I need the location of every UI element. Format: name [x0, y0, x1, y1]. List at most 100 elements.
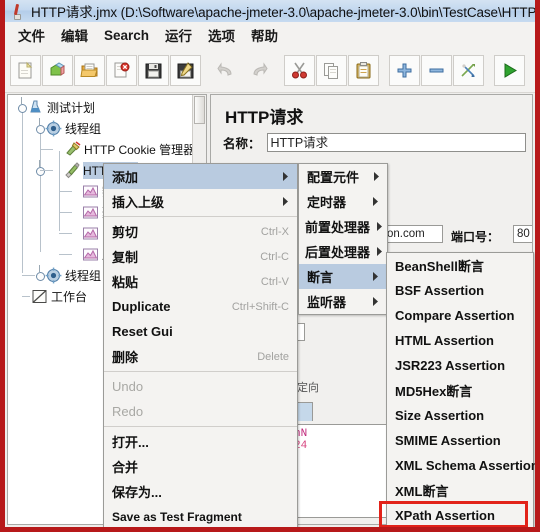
ctx-redo-label: Redo	[112, 404, 144, 419]
ctx-copy[interactable]: 复制 Ctrl-C	[104, 244, 297, 269]
ctx-copy-accel: Ctrl-C	[260, 250, 289, 263]
add-assertion-label: 断言	[307, 270, 334, 285]
ctx-paste-label: 粘贴	[112, 275, 139, 290]
copy-button[interactable]	[316, 54, 347, 86]
chevron-right-icon	[268, 197, 289, 206]
ctx-reset-gui[interactable]: Reset Gui	[104, 319, 297, 344]
tree-node-test-plan[interactable]: 测试计划	[8, 97, 193, 118]
redo-button[interactable]	[243, 55, 274, 86]
tree-label: 线程组	[65, 269, 102, 283]
close-document-button[interactable]	[106, 54, 137, 86]
port-label: 端口号：	[451, 230, 500, 244]
annotation-highlight-box	[379, 501, 528, 528]
cut-button[interactable]	[284, 54, 315, 86]
assertion-compare[interactable]: Compare Assertion	[387, 303, 533, 328]
start-button[interactable]	[494, 54, 525, 86]
http-request-icon	[63, 162, 80, 179]
tree-scrollbar-thumb[interactable]	[194, 96, 205, 124]
add-post-processor-label: 后置处理器	[305, 245, 371, 260]
ctx-cut[interactable]: 剪切 Ctrl-X	[104, 219, 297, 244]
assertion-size[interactable]: Size Assertion	[387, 403, 533, 428]
add-post-processor[interactable]: 后置处理器	[299, 239, 387, 264]
port-input[interactable]: 80	[513, 225, 532, 243]
add-pre-processor[interactable]: 前置处理器	[299, 214, 387, 239]
menu-divider	[104, 371, 297, 372]
tree-label: 线程组	[65, 122, 102, 136]
add-timer[interactable]: 定时器	[299, 189, 387, 214]
toolbar	[5, 48, 535, 93]
add-config-element[interactable]: 配置元件	[299, 164, 387, 189]
assertion-html[interactable]: HTML Assertion	[387, 328, 533, 353]
menu-file[interactable]: 文件	[11, 22, 52, 48]
server-name-input[interactable]: on.com	[383, 225, 443, 243]
ctx-redo[interactable]: Redo	[104, 399, 297, 424]
window-title: HTTP请求.jmx (D:\Software\apache-jmeter-3.…	[31, 5, 535, 20]
assertion-jsr223[interactable]: JSR223 Assertion	[387, 353, 533, 378]
ctx-delete-label: 删除	[112, 350, 139, 365]
menu-run[interactable]: 运行	[158, 22, 199, 48]
ctx-delete[interactable]: 删除 Delete	[104, 344, 297, 369]
ctx-merge[interactable]: 合并	[104, 454, 297, 479]
save-button[interactable]	[138, 54, 169, 86]
assertion-xml-schema[interactable]: XML Schema Assertion	[387, 453, 539, 478]
new-button[interactable]	[10, 54, 41, 86]
menu-search[interactable]: Search	[97, 25, 156, 46]
ctx-paste[interactable]: 粘贴 Ctrl-V	[104, 269, 297, 294]
ctx-open[interactable]: 打开...	[104, 429, 297, 454]
menu-edit[interactable]: 编辑	[54, 22, 95, 48]
add-assertion[interactable]: 断言	[299, 264, 387, 289]
assertion-smime[interactable]: SMIME Assertion	[387, 428, 533, 453]
add-listener-label: 监听器	[307, 295, 347, 310]
ctx-cut-label: 剪切	[112, 225, 139, 240]
ctx-save-as-label: 保存为...	[112, 485, 162, 500]
thread-group-icon	[45, 120, 62, 137]
ctx-duplicate-label: Duplicate	[112, 299, 171, 314]
open-folder-button[interactable]	[74, 54, 105, 86]
name-input[interactable]: HTTP请求	[266, 132, 526, 152]
listener-icon	[82, 246, 99, 263]
ctx-save-as[interactable]: 保存为...	[104, 479, 297, 504]
chevron-right-icon	[358, 272, 379, 281]
ctx-cut-accel: Ctrl-X	[260, 225, 289, 238]
expand-all-button[interactable]	[389, 54, 420, 86]
ctx-save-as-test-fragment-label: Save as Test Fragment	[112, 509, 242, 524]
undo-button[interactable]	[211, 55, 242, 86]
ctx-duplicate-accel: Ctrl+Shift-C	[231, 300, 289, 313]
listener-icon	[82, 225, 99, 242]
add-listener[interactable]: 监听器	[299, 289, 387, 314]
ctx-save-as-test-fragment[interactable]: Save as Test Fragment	[104, 504, 297, 529]
menu-options[interactable]: 选项	[201, 22, 242, 48]
ctx-copy-label: 复制	[112, 250, 139, 265]
assertion-md5hex[interactable]: MD5Hex断言	[387, 378, 533, 403]
collapse-all-button[interactable]	[421, 54, 452, 86]
window-frame-bottom	[0, 527, 540, 532]
menu-divider	[104, 426, 297, 427]
tree-node-thread-group[interactable]: 线程组	[8, 118, 193, 139]
menu-bar: 文件 编辑 Search 运行 选项 帮助	[5, 22, 535, 49]
assertion-beanshell[interactable]: BeanShell断言	[387, 253, 533, 278]
name-row: 名称： HTTP请求	[223, 131, 526, 153]
window-frame-right	[535, 0, 540, 532]
add-config-element-label: 配置元件	[307, 170, 360, 185]
add-pre-processor-label: 前置处理器	[305, 220, 371, 235]
ctx-open-label: 打开...	[112, 435, 149, 450]
ctx-add[interactable]: 添加	[104, 164, 297, 189]
ctx-undo[interactable]: Undo	[104, 374, 297, 399]
assertion-bsf[interactable]: BSF Assertion	[387, 278, 533, 303]
ctx-insert-parent-label: 插入上级	[112, 195, 165, 210]
assertion-xml[interactable]: XML断言	[387, 478, 533, 503]
add-timer-label: 定时器	[307, 195, 347, 210]
ctx-insert-parent[interactable]: 插入上级	[104, 189, 297, 214]
add-submenu: 配置元件 定时器 前置处理器 后置处理器 断言 监听器	[298, 163, 388, 315]
toggle-button[interactable]	[453, 54, 484, 86]
ctx-duplicate[interactable]: Duplicate Ctrl+Shift-C	[104, 294, 297, 319]
paste-button[interactable]	[348, 54, 379, 86]
save-as-button[interactable]	[170, 54, 201, 86]
tree-node-http-cookie-manager[interactable]: HTTP Cookie 管理器	[8, 139, 195, 160]
cookie-manager-icon	[64, 141, 81, 158]
jmeter-window: HTTP请求.jmx (D:\Software\apache-jmeter-3.…	[0, 0, 540, 532]
ctx-undo-label: Undo	[112, 379, 144, 394]
chevron-right-icon	[358, 297, 379, 306]
templates-button[interactable]	[42, 54, 73, 86]
menu-help[interactable]: 帮助	[244, 22, 285, 48]
